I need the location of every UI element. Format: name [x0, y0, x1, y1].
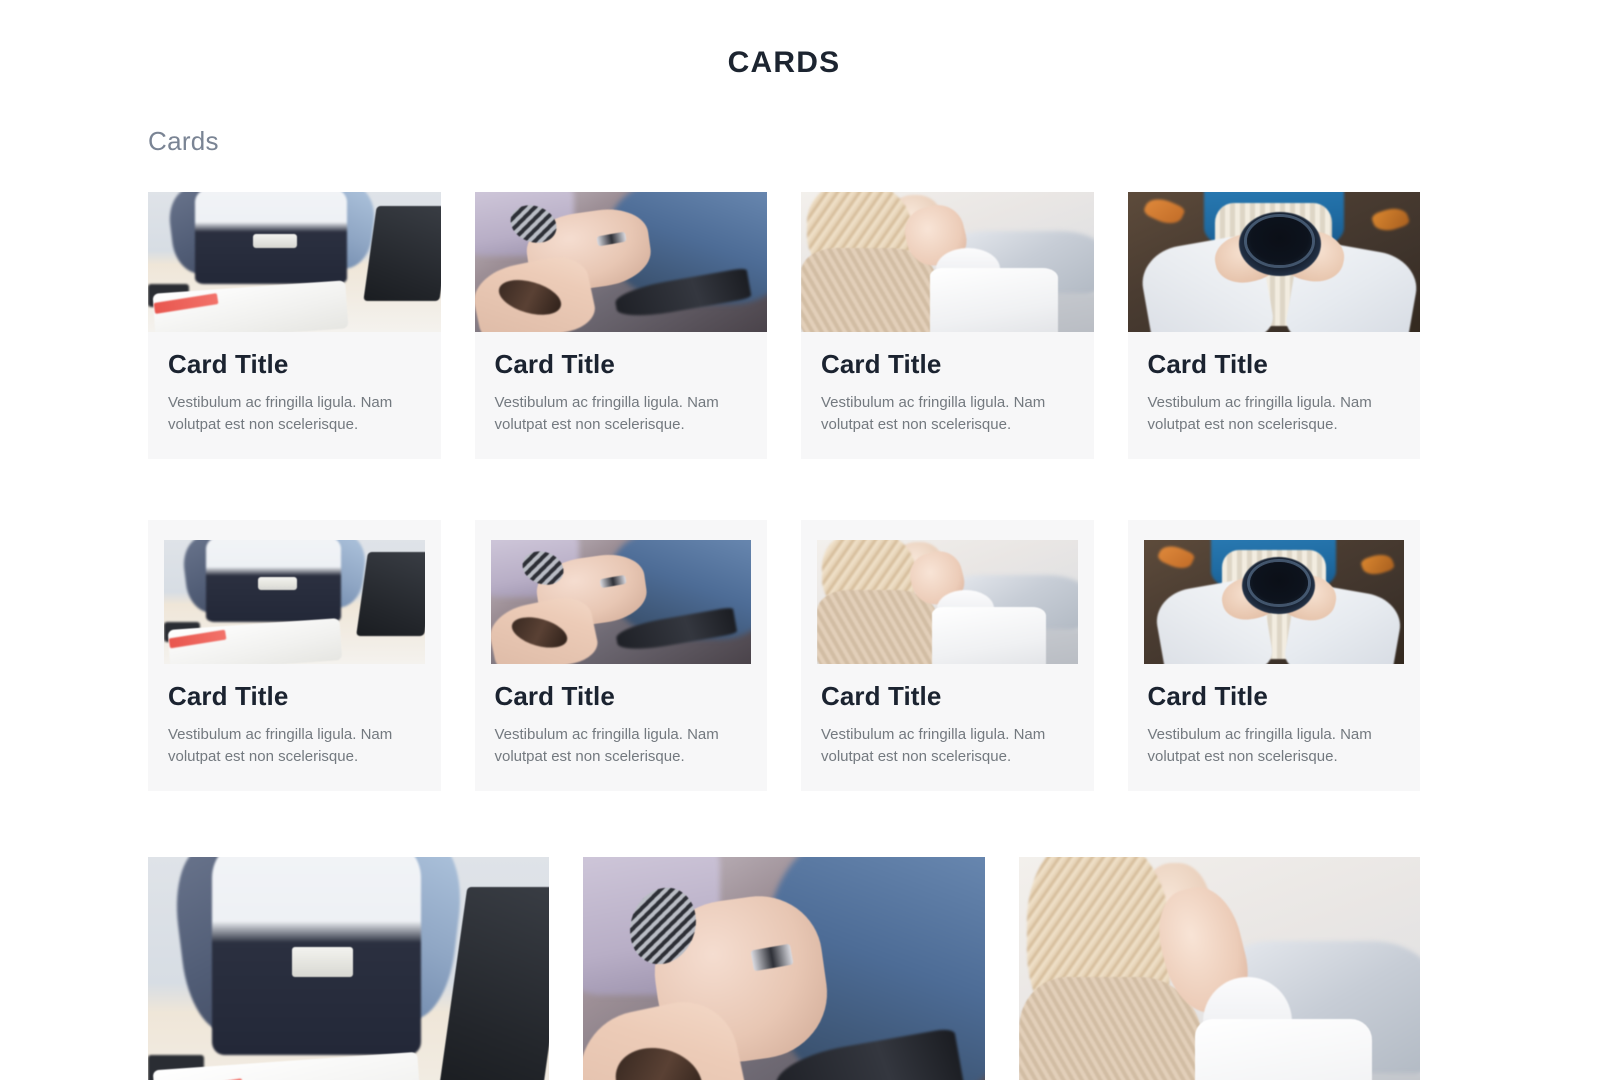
- card-text: Vestibulum ac fringilla ligula. Nam volu…: [1147, 393, 1372, 434]
- card-body: Card Title Vestibulum ac fringilla ligul…: [801, 332, 1094, 437]
- woman-knit-sweater-handbag-photo: [1018, 857, 1420, 1080]
- card-text: Vestibulum ac fringilla ligula. Nam volu…: [168, 393, 393, 434]
- card-body: Card Title Vestibulum ac fringilla ligul…: [148, 332, 441, 437]
- card-body: Card Title Vestibulum ac fringilla ligul…: [475, 332, 768, 437]
- card-text: Vestibulum ac fringilla ligula. Nam volu…: [821, 393, 1046, 434]
- card[interactable]: Card Title Vestibulum ac fringilla ligul…: [1127, 192, 1421, 459]
- woman-knit-sweater-handbag-photo: [801, 192, 1094, 332]
- card-title: Card Title: [168, 349, 289, 379]
- card-title: Card Title: [821, 681, 942, 711]
- hands-bracelets-jeans-photo: [583, 857, 985, 1080]
- hands-bracelets-jeans-photo: [474, 192, 767, 332]
- card[interactable]: Card Title Vestibulum ac fringilla ligul…: [1127, 520, 1421, 791]
- section-heading: Cards: [148, 126, 219, 156]
- card-body: Card Title Vestibulum ac fringilla ligul…: [1128, 332, 1421, 437]
- card-text: Vestibulum ac fringilla ligula. Nam volu…: [821, 725, 1046, 766]
- card[interactable]: Card Title Vestibulum ac fringilla ligul…: [801, 192, 1094, 459]
- page-title: CARDS: [727, 46, 841, 79]
- card[interactable]: Card Title Vestibulum ac fringilla ligul…: [474, 520, 768, 791]
- card-title: Card Title: [168, 681, 289, 711]
- card-body: Card Title Vestibulum ac fringilla ligul…: [801, 664, 1094, 769]
- card-title: Card Title: [1147, 681, 1268, 711]
- card[interactable]: Card Title Vestibulum ac fringilla ligul…: [801, 520, 1094, 791]
- card-body: Card Title Vestibulum ac fringilla ligul…: [148, 664, 441, 769]
- card-text: Vestibulum ac fringilla ligula. Nam volu…: [494, 393, 719, 434]
- card[interactable]: [1018, 857, 1420, 1080]
- card-body: Card Title Vestibulum ac fringilla ligul…: [475, 664, 768, 769]
- business-desk-laptop-photo: [164, 540, 425, 664]
- card-text: Vestibulum ac fringilla ligula. Nam volu…: [168, 725, 393, 766]
- cards-row-large: [148, 857, 1420, 1080]
- cards-row-inset: Card Title Vestibulum ac fringilla ligul…: [148, 520, 1420, 791]
- business-desk-laptop-photo: [148, 857, 550, 1080]
- card[interactable]: Card Title Vestibulum ac fringilla ligul…: [148, 520, 441, 791]
- card-title: Card Title: [821, 349, 942, 379]
- card-body: Card Title Vestibulum ac fringilla ligul…: [1128, 664, 1421, 769]
- hands-coffee-cup-autumn-photo: [1127, 192, 1420, 332]
- card-text: Vestibulum ac fringilla ligula. Nam volu…: [1147, 725, 1372, 766]
- card[interactable]: Card Title Vestibulum ac fringilla ligul…: [474, 192, 768, 459]
- woman-knit-sweater-handbag-photo: [817, 540, 1078, 664]
- card-title: Card Title: [1147, 349, 1268, 379]
- card-title: Card Title: [494, 349, 615, 379]
- card[interactable]: [148, 857, 550, 1080]
- hands-coffee-cup-autumn-photo: [1143, 540, 1404, 664]
- cards-page: CARDS Cards Card Title Vestibulum ac fri…: [0, 0, 1620, 1080]
- card[interactable]: [583, 857, 985, 1080]
- hands-bracelets-jeans-photo: [490, 540, 751, 664]
- cards-row-flush: Card Title Vestibulum ac fringilla ligul…: [148, 192, 1420, 459]
- business-desk-laptop-photo: [148, 192, 441, 332]
- card-text: Vestibulum ac fringilla ligula. Nam volu…: [494, 725, 719, 766]
- card[interactable]: Card Title Vestibulum ac fringilla ligul…: [148, 192, 441, 459]
- card-title: Card Title: [494, 681, 615, 711]
